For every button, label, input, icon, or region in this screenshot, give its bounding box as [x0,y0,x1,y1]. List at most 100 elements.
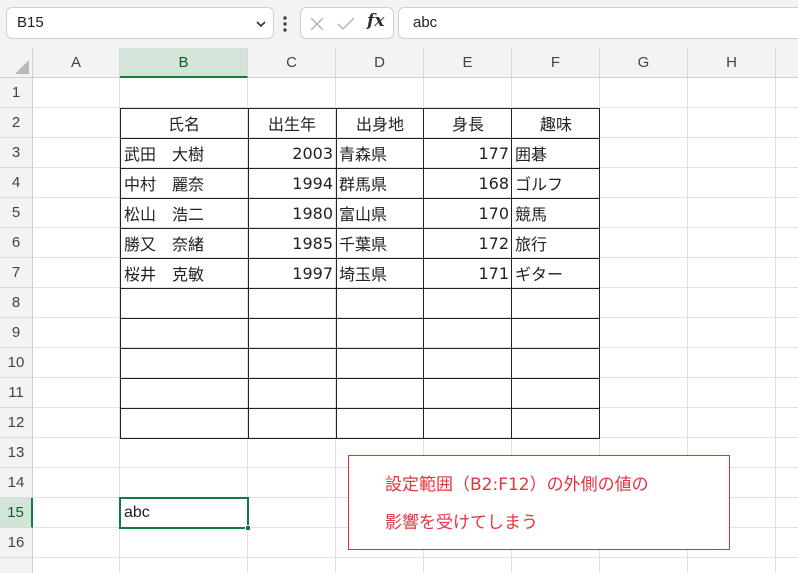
row-header-8[interactable]: 8 [0,288,33,318]
cell-birthplace: 群馬県 [339,175,388,194]
table-row [120,378,600,409]
cell-height: 172 [478,233,509,253]
table-cell[interactable] [511,378,600,409]
cell-name: 武田 大樹 [124,145,205,164]
row-header-15[interactable]: 15 [0,498,33,528]
cell-hobby: 競馬 [515,205,548,224]
table-cell[interactable] [335,348,425,379]
check-icon[interactable] [337,16,355,32]
table-cell[interactable] [335,288,425,319]
table-cell[interactable] [511,288,600,319]
row-header-9[interactable]: 9 [0,318,33,348]
row-header-14[interactable]: 14 [0,468,33,498]
table-cell[interactable] [335,318,425,349]
column-header-i[interactable] [776,48,798,78]
cell-name: 桜井 克敏 [124,265,205,284]
spreadsheet-grid: A B C D E F G H 1 2 3 4 5 6 7 8 9 10 11 … [0,48,798,573]
column-header-e[interactable]: E [424,48,512,78]
table-cell[interactable] [247,408,337,439]
column-header-a[interactable]: A [33,48,120,78]
fx-icon[interactable]: fx [367,11,384,31]
row-header-4[interactable]: 4 [0,168,33,198]
note-box: 設定範囲（B2:F12）の外側の値の 影響を受けてしまう [348,455,730,550]
cell-birth-year: 1985 [292,233,333,253]
row-header-2[interactable]: 2 [0,108,33,138]
table-cell[interactable] [423,318,513,349]
table-cell[interactable] [247,318,337,349]
table-row [120,288,600,319]
table-cell[interactable] [247,378,337,409]
cell-birth-year: 1997 [292,263,333,283]
active-cell-border [119,497,249,529]
table-cell[interactable] [511,408,600,439]
row-header-17[interactable] [0,558,33,573]
row-header-11[interactable]: 11 [0,378,33,408]
formula-bar: B15 fx abc [0,0,798,48]
name-box-value: B15 [17,14,44,31]
name-box[interactable]: B15 [6,7,274,39]
fill-handle[interactable] [245,525,251,531]
vertical-ellipsis-icon[interactable] [282,14,288,34]
row-header-16[interactable]: 16 [0,528,33,558]
gridline [33,557,798,558]
column-header-c[interactable]: C [248,48,336,78]
column-header-h[interactable]: H [688,48,776,78]
table-cell[interactable] [120,408,249,439]
table-cell[interactable] [335,408,425,439]
cell-birth-year: 1994 [292,173,333,193]
column-header-b[interactable]: B [120,48,248,78]
cell-birthplace: 富山県 [339,205,388,224]
table-cell[interactable] [423,288,513,319]
row-header-12[interactable]: 12 [0,408,33,438]
row-header-10[interactable]: 10 [0,348,33,378]
cell-birthplace: 千葉県 [339,235,388,254]
table-row [120,318,600,349]
table-row [120,408,600,439]
column-header-d[interactable]: D [336,48,424,78]
x-icon[interactable] [309,16,325,32]
table-cell[interactable] [511,348,600,379]
table-cell[interactable] [120,378,249,409]
gridline [775,78,776,573]
table-cell[interactable] [247,348,337,379]
cell-hobby: 囲碁 [515,145,548,164]
table-cell[interactable] [511,318,600,349]
row-header-7[interactable]: 7 [0,258,33,288]
row-header-13[interactable]: 13 [0,438,33,468]
formula-input[interactable]: abc [398,7,798,39]
row-header-5[interactable]: 5 [0,198,33,228]
header-height: 身長 [451,115,484,134]
table-cell[interactable] [247,288,337,319]
table-cell[interactable] [120,288,249,319]
chevron-down-icon[interactable] [255,18,267,30]
formula-value: abc [413,14,438,31]
header-birthplace: 出身地 [355,115,404,134]
table-cell[interactable] [423,408,513,439]
table-cell[interactable] [423,348,513,379]
cell-name: 勝又 奈緒 [124,235,205,254]
row-header-6[interactable]: 6 [0,228,33,258]
cell-birthplace: 青森県 [339,145,388,164]
select-all-button[interactable] [0,48,33,78]
column-header-f[interactable]: F [512,48,600,78]
table-cell[interactable] [120,318,249,349]
table-cell[interactable] [335,378,425,409]
cell-height: 168 [478,173,509,193]
table-cell[interactable] [120,348,249,379]
cell-hobby: 旅行 [515,235,548,254]
header-hobby: 趣味 [539,115,572,134]
table-cell[interactable] [423,378,513,409]
row-header-3[interactable]: 3 [0,138,33,168]
cell-height: 177 [478,143,509,163]
cell-hobby: ゴルフ [515,175,564,194]
cell-birth-year: 1980 [292,203,333,223]
cell-height: 170 [478,203,509,223]
column-header-g[interactable]: G [600,48,688,78]
cell-birthplace: 埼玉県 [339,265,388,284]
formula-actions: fx [300,7,394,39]
header-name: 氏名 [167,115,200,134]
cell-hobby: ギター [515,265,564,284]
table-row [120,348,600,379]
row-header-1[interactable]: 1 [0,78,33,108]
cell-birth-year: 2003 [292,143,333,163]
